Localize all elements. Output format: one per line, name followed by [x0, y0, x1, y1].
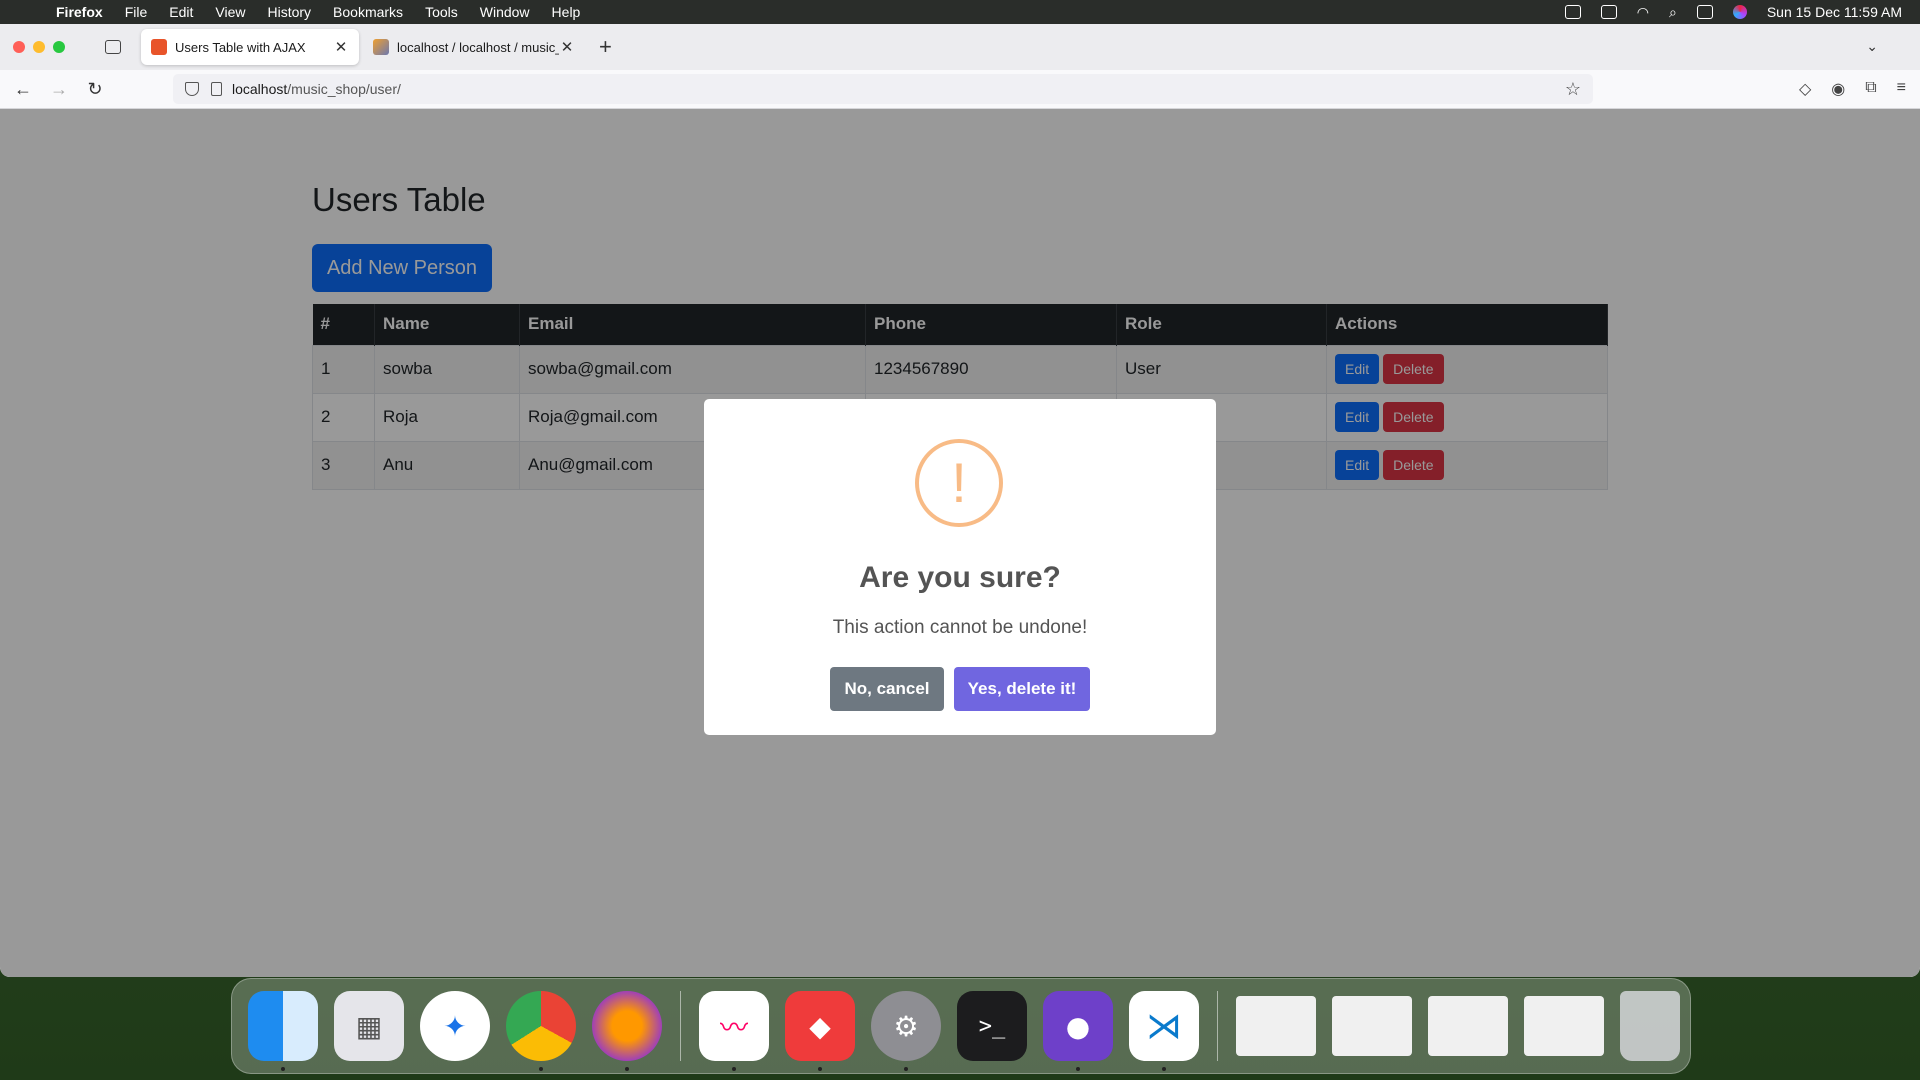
github-desktop-icon[interactable]: ●	[1043, 991, 1113, 1071]
package-icon[interactable]	[1564, 5, 1581, 19]
tab-title: Users Table with AJAX	[175, 39, 306, 55]
wifi-icon[interactable]: ◠	[1637, 4, 1649, 21]
launchpad-icon[interactable]: ▦	[334, 991, 404, 1061]
account-icon[interactable]: ◉	[1831, 79, 1845, 99]
xampp-favicon-icon	[151, 39, 167, 55]
menu-window[interactable]: Window	[480, 4, 530, 20]
dialog-message: This action cannot be undone!	[832, 617, 1088, 638]
back-icon[interactable]: ←	[5, 79, 41, 100]
tab-users-table[interactable]: Users Table with AJAX ✕	[141, 29, 359, 65]
browser-window: Users Table with AJAX ✕ localhost / loca…	[0, 24, 1920, 977]
url-bar[interactable]: localhost/music_shop/user/ ☆	[173, 74, 1593, 104]
shield-icon[interactable]	[185, 82, 199, 96]
clock[interactable]: Sun 15 Dec 11:59 AM	[1767, 4, 1902, 20]
cancel-button[interactable]: No, cancel	[830, 667, 944, 711]
zoom-window-button[interactable]	[53, 41, 65, 53]
tab-phpmyadmin[interactable]: localhost / localhost / music_sh ✕	[363, 29, 585, 65]
menu-file[interactable]: File	[125, 4, 148, 20]
dialog-actions: No, cancel Yes, delete it!	[704, 667, 1216, 711]
menu-view[interactable]: View	[215, 4, 245, 20]
dock-separator	[1217, 991, 1218, 1061]
menu-app-name[interactable]: Firefox	[56, 4, 103, 20]
pocket-icon[interactable]: ◇	[1799, 79, 1811, 99]
forward-icon[interactable]: →	[41, 79, 77, 100]
close-tab-icon[interactable]: ✕	[333, 38, 349, 56]
menu-history[interactable]: History	[267, 4, 311, 20]
menu-help[interactable]: Help	[552, 4, 581, 20]
anydesk-icon[interactable]: ◆	[785, 991, 855, 1071]
window-thumbnail-icon[interactable]	[1524, 996, 1604, 1056]
extensions-icon[interactable]: ⧉	[1865, 79, 1876, 99]
minimize-window-button[interactable]	[33, 41, 45, 53]
finder-icon[interactable]	[248, 991, 318, 1071]
reload-icon[interactable]: ↻	[77, 79, 113, 100]
menu-icon[interactable]: ≡	[1897, 79, 1906, 99]
confirm-dialog: ! Are you sure? This action cannot be un…	[704, 399, 1216, 735]
dialog-title: Are you sure?	[859, 561, 1061, 594]
url-path: /music_shop/user/	[287, 81, 401, 97]
close-tab-icon[interactable]: ✕	[559, 38, 575, 56]
page-icon[interactable]	[211, 82, 222, 96]
terminal-icon[interactable]: >_	[957, 991, 1027, 1061]
vscode-icon[interactable]: ⋊	[1129, 991, 1199, 1071]
menu-edit[interactable]: Edit	[169, 4, 193, 20]
page-content: Users Table Add New Person # Name Email …	[0, 109, 1920, 977]
chrome-icon[interactable]	[506, 991, 576, 1071]
window-controls	[13, 41, 65, 53]
bookmark-star-icon[interactable]: ☆	[1565, 79, 1581, 100]
drive-icon[interactable]	[1600, 5, 1617, 19]
tab-list-icon[interactable]	[105, 40, 121, 54]
firefox-icon[interactable]	[592, 991, 662, 1071]
status-area: ◠ ⌕ Sun 15 Dec 11:59 AM	[1564, 4, 1920, 21]
control-center-icon[interactable]	[1696, 5, 1713, 19]
menu-tools[interactable]: Tools	[425, 4, 458, 20]
tab-bar: Users Table with AJAX ✕ localhost / loca…	[0, 24, 1920, 70]
tab-title: localhost / localhost / music_sh	[397, 39, 559, 55]
close-window-button[interactable]	[13, 41, 25, 53]
chevron-down-icon[interactable]: ⌄	[1866, 38, 1878, 55]
window-thumbnail-icon[interactable]	[1236, 996, 1316, 1056]
toolbar-right: ◇ ◉ ⧉ ≡	[1799, 79, 1920, 99]
url-host: localhost	[232, 81, 288, 97]
system-settings-icon[interactable]: ⚙	[871, 991, 941, 1071]
menu-bookmarks[interactable]: Bookmarks	[333, 4, 403, 20]
navigation-bar: ← → ↻ localhost/music_shop/user/ ☆ ◇ ◉ ⧉…	[0, 70, 1920, 109]
phpmyadmin-favicon-icon	[373, 39, 389, 55]
siri-icon[interactable]	[1732, 5, 1747, 19]
confirm-delete-button[interactable]: Yes, delete it!	[954, 667, 1090, 711]
warning-icon: !	[915, 439, 1003, 527]
window-thumbnail-icon[interactable]	[1428, 996, 1508, 1056]
dock-separator	[680, 991, 681, 1061]
window-thumbnail-icon[interactable]	[1332, 996, 1412, 1056]
safari-icon[interactable]: ✦	[420, 991, 490, 1061]
menu-bar: Firefox File Edit View History Bookmarks…	[0, 0, 1920, 24]
freeform-icon[interactable]: 〰	[699, 991, 769, 1071]
search-icon[interactable]: ⌕	[1669, 4, 1677, 21]
trash-icon[interactable]	[1620, 991, 1680, 1061]
dock: ▦ ✦ 〰 ◆ ⚙ >_ ● ⋊	[231, 978, 1691, 1074]
new-tab-icon[interactable]: +	[599, 34, 612, 60]
